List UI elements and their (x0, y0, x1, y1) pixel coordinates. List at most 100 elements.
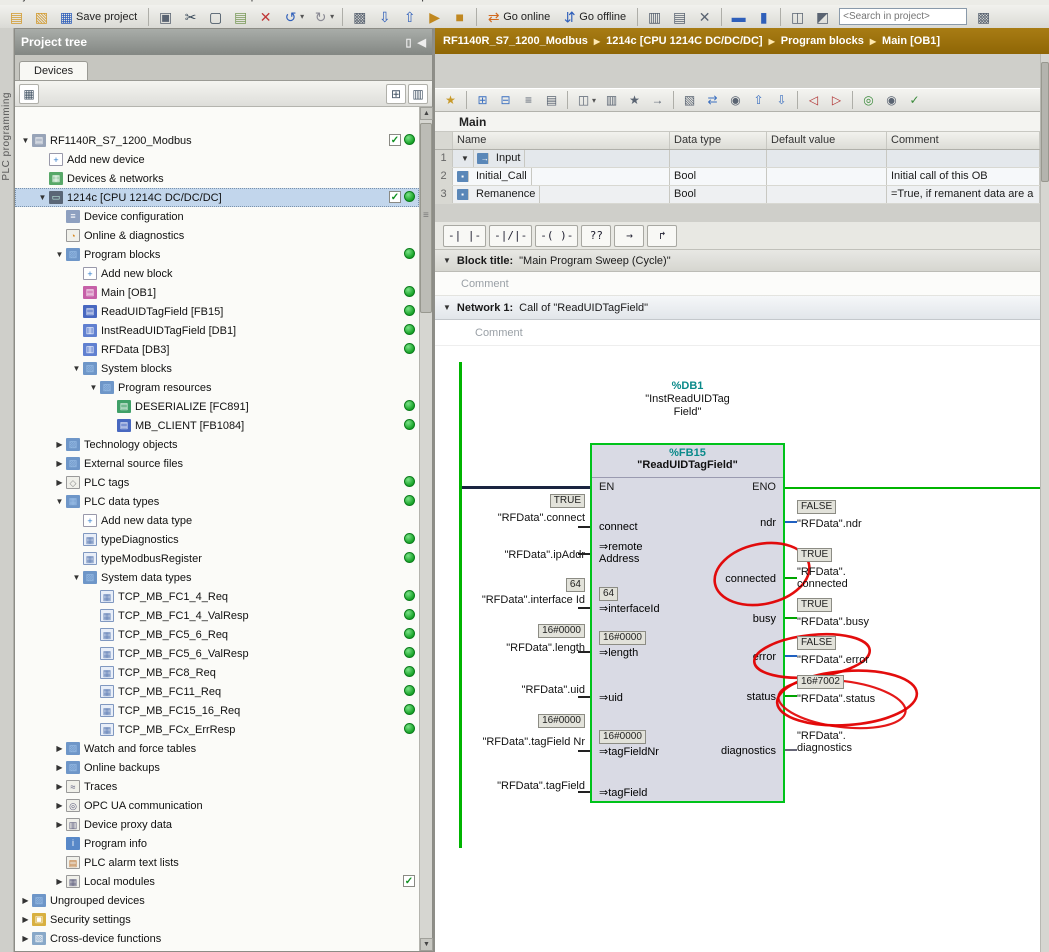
interface-row[interactable]: 2▪Initial_CallBoolInitial call of this O… (435, 168, 1040, 186)
col-name[interactable]: Name (453, 132, 670, 149)
float-panel-icon[interactable]: ▯ (405, 36, 411, 49)
next-error-icon[interactable]: ▷ (826, 90, 847, 110)
param-default-value[interactable] (767, 168, 887, 185)
col-default[interactable]: Default value (767, 132, 887, 149)
tree-scrollbar[interactable]: ▲ ▼ (419, 107, 432, 951)
split-editor-vertical-icon[interactable]: ▮ (752, 7, 775, 27)
expander-icon[interactable]: ▶ (53, 459, 66, 468)
expander-icon[interactable]: ▶ (53, 782, 66, 791)
save-project-button[interactable]: ▦Save project (55, 7, 143, 27)
block-comment[interactable]: Comment (435, 272, 1049, 296)
editor-scrollbar[interactable] (1040, 54, 1049, 952)
undo-icon[interactable]: ↺▾ (279, 7, 307, 27)
block-title-bar[interactable]: ▼ Block title: "Main Program Sweep (Cycl… (435, 250, 1049, 272)
col-comment[interactable]: Comment (887, 132, 1040, 149)
breadcrumb-item[interactable]: Main [OB1] (882, 35, 940, 47)
collapse-icon[interactable]: ▼ (443, 303, 451, 312)
print-icon[interactable]: ▣ (154, 7, 177, 27)
stop-runtime-icon[interactable]: ✕ (693, 7, 716, 27)
operand[interactable]: "RFData". connected (797, 566, 889, 590)
monitoring-pause-icon[interactable]: ◉ (881, 90, 902, 110)
open-all-networks-icon[interactable]: ≡ (518, 90, 539, 110)
tree-item[interactable]: ▶▨Watch and force tables (15, 739, 419, 758)
param-comment[interactable] (887, 150, 1040, 167)
network-1-bar[interactable]: ▼ Network 1: Call of "ReadUIDTagField" (435, 296, 1049, 320)
network-comment[interactable]: Comment (435, 320, 1049, 346)
tree-item[interactable]: ▦TCP_MB_FC15_16_Req (15, 701, 419, 720)
download-to-device-icon[interactable]: ⇩ (373, 7, 396, 27)
tree-item[interactable]: ▦TCP_MB_FC8_Req (15, 663, 419, 682)
free-form-comments-icon[interactable]: ▧ (679, 90, 700, 110)
open-project-icon[interactable]: ▧ (30, 7, 53, 27)
param-datatype[interactable]: Bool (670, 186, 767, 203)
tree-item[interactable]: ▼▦PLC data types (15, 492, 419, 511)
operand[interactable]: "RFData".interface Id (443, 594, 585, 606)
tree-item[interactable]: ▥InstReadUIDTagField [DB1] (15, 321, 419, 340)
expander-icon[interactable]: ▶ (53, 820, 66, 829)
operand[interactable]: "RFData".tagField Nr (443, 736, 585, 748)
upload-from-device-icon[interactable]: ⇧ (398, 7, 421, 27)
expander-icon[interactable]: ▼ (53, 250, 66, 259)
editor-scrollbar-thumb[interactable] (1041, 62, 1049, 182)
expander-icon[interactable]: ▼ (53, 497, 66, 506)
menu-view[interactable]: View (99, 0, 123, 2)
snapshot-icon[interactable]: ◉ (725, 90, 746, 110)
tree-item[interactable]: ▶◎OPC UA communication (15, 796, 419, 815)
expander-icon[interactable]: ▶ (53, 478, 66, 487)
output-pin-label[interactable]: error (753, 651, 776, 663)
tree-item[interactable]: ▼▨System data types (15, 568, 419, 587)
tree-item[interactable]: ▶▨Online backups (15, 758, 419, 777)
output-pin-label[interactable]: connected (725, 573, 776, 585)
jump-label-icon[interactable]: → (647, 90, 668, 110)
instance-db-header[interactable]: %DB1 "InstReadUIDTag Field" (590, 380, 785, 419)
menu-project[interactable]: Project (6, 0, 40, 2)
tree-item[interactable]: ▶▨Ungrouped devices (15, 891, 419, 910)
start-cpu-icon[interactable]: ▶ (423, 7, 446, 27)
expander-icon[interactable]: ▶ (53, 801, 66, 810)
fb-call-block[interactable]: %FB15 "ReadUIDTagField" EN ENO connect⇒r… (590, 443, 785, 803)
tree-filter-icon[interactable]: ▦ (19, 84, 39, 104)
start-simulation-icon[interactable]: ▤ (668, 7, 691, 27)
menu-window[interactable]: Window (346, 0, 385, 2)
db-name[interactable]: "InstReadUIDTag Field" (632, 393, 744, 419)
input-pin-label[interactable]: ⇒remote Address (599, 541, 661, 565)
expander-icon[interactable]: ▼ (19, 136, 32, 145)
tree-item[interactable]: ▶▦Local modules✓ (15, 872, 419, 891)
param-default-value[interactable] (767, 150, 887, 167)
output-pin-label[interactable]: busy (753, 613, 776, 625)
collapse-icon[interactable]: ▼ (443, 256, 451, 265)
tree-item[interactable]: ▶▨External source files (15, 454, 419, 473)
lad-close-branch-icon[interactable]: ↱ (647, 225, 677, 247)
collapse-panel-icon[interactable]: ◀ (418, 36, 426, 49)
expander-icon[interactable]: ▼ (70, 573, 83, 582)
favorites-add-icon[interactable]: ★ (440, 90, 461, 110)
tree-item[interactable]: ▼▨Program blocks (15, 245, 419, 264)
menu-online[interactable]: Online (190, 0, 222, 2)
menu-insert[interactable]: Insert (143, 0, 171, 2)
tree-diagram-view-icon[interactable]: ▥ (408, 84, 428, 104)
block-title-value[interactable]: "Main Program Sweep (Cycle)" (519, 255, 670, 267)
input-pin-label[interactable]: ⇒tagFieldNr (599, 746, 659, 758)
tree-item[interactable]: iProgram info (15, 834, 419, 853)
tree-item[interactable]: ▶▣Security settings (15, 910, 419, 929)
tree-item[interactable]: ▼▨System blocks (15, 359, 419, 378)
expander-icon[interactable]: ▶ (19, 915, 32, 924)
show-program-info-icon[interactable]: ◩ (811, 7, 834, 27)
tree-item[interactable]: ▶▧Cross-device functions (15, 929, 419, 948)
plc-programming-tab[interactable]: PLC programming (0, 88, 14, 185)
operand[interactable]: "RFData".error (797, 654, 889, 666)
go-offline-button[interactable]: ⇵Go offline (558, 7, 632, 27)
tree-item[interactable]: ▦TCP_MB_FC5_6_Req (15, 625, 419, 644)
expander-icon[interactable]: ▶ (53, 744, 66, 753)
close-all-networks-icon[interactable]: ▤ (541, 90, 562, 110)
output-pin-label[interactable]: status (747, 691, 776, 703)
tree-item[interactable]: ▦typeModbusRegister (15, 549, 419, 568)
expander-icon[interactable]: ▼ (457, 150, 474, 167)
tree-item[interactable]: ▤Main [OB1] (15, 283, 419, 302)
param-datatype[interactable]: Bool (670, 168, 767, 185)
operand[interactable]: "RFData". diagnostics (797, 730, 889, 754)
expander-icon[interactable]: ▶ (53, 877, 66, 886)
expander-icon[interactable]: ▼ (70, 364, 83, 373)
tree-item[interactable]: ▶▥Device proxy data (15, 815, 419, 834)
scroll-up-icon[interactable]: ▲ (420, 107, 433, 120)
